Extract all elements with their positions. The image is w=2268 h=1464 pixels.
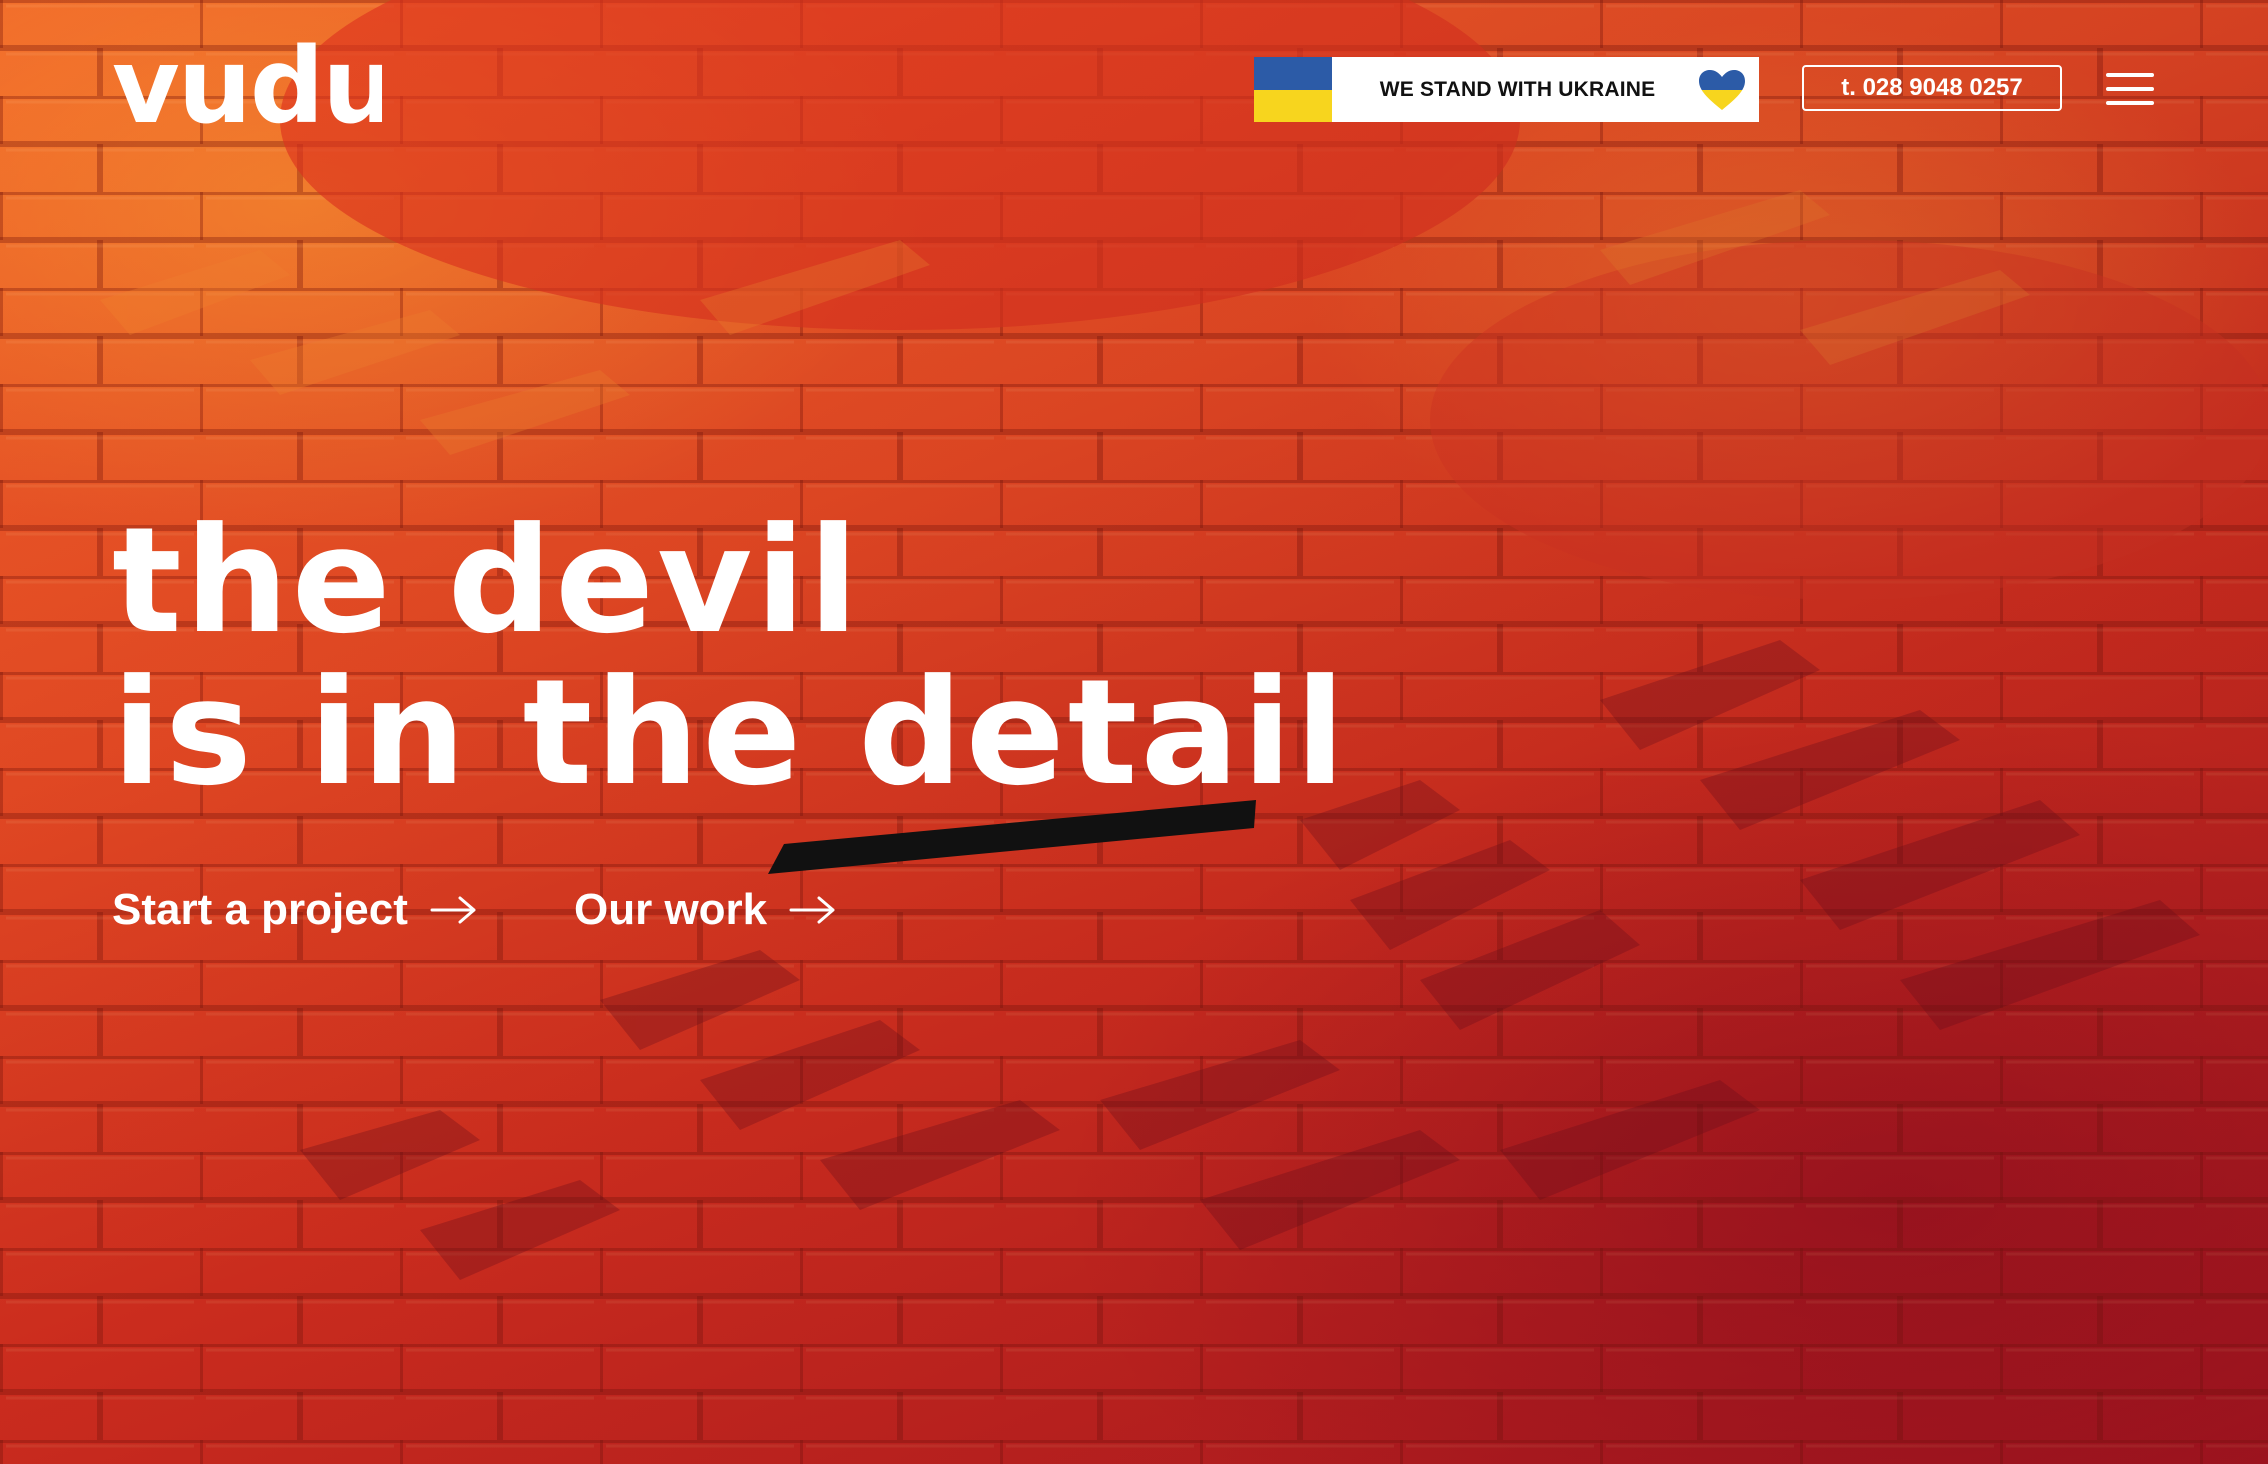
hamburger-icon[interactable] — [2106, 70, 2154, 108]
vudu-logo[interactable]: vudu — [112, 30, 382, 140]
arrow-right-icon — [430, 896, 476, 924]
headline-line-2: is in the detail — [112, 648, 1349, 818]
logo-text: vudu — [112, 30, 382, 140]
underline-brush-stroke — [768, 800, 1256, 874]
phone-button[interactable]: t. 028 9048 0257 — [1802, 65, 2062, 111]
our-work-link[interactable]: Our work — [574, 885, 837, 935]
hero-section: vudu WE STAND WITH UKRAINE t. 028 9048 0… — [0, 0, 2268, 1464]
ukraine-flag-icon — [1254, 57, 1332, 122]
start-project-link[interactable]: Start a project — [112, 885, 478, 935]
hero-headline: the devil is in the detail — [112, 505, 1348, 809]
start-project-label: Start a project — [112, 885, 408, 934]
our-work-label: Our work — [574, 885, 768, 934]
ukraine-banner-text: WE STAND WITH UKRAINE — [1379, 77, 1656, 101]
ukraine-support-banner[interactable]: WE STAND WITH UKRAINE — [1254, 57, 1759, 122]
heart-icon — [1699, 69, 1745, 110]
headline-line-1: the devil — [112, 496, 862, 666]
arrow-right-icon — [789, 896, 835, 924]
